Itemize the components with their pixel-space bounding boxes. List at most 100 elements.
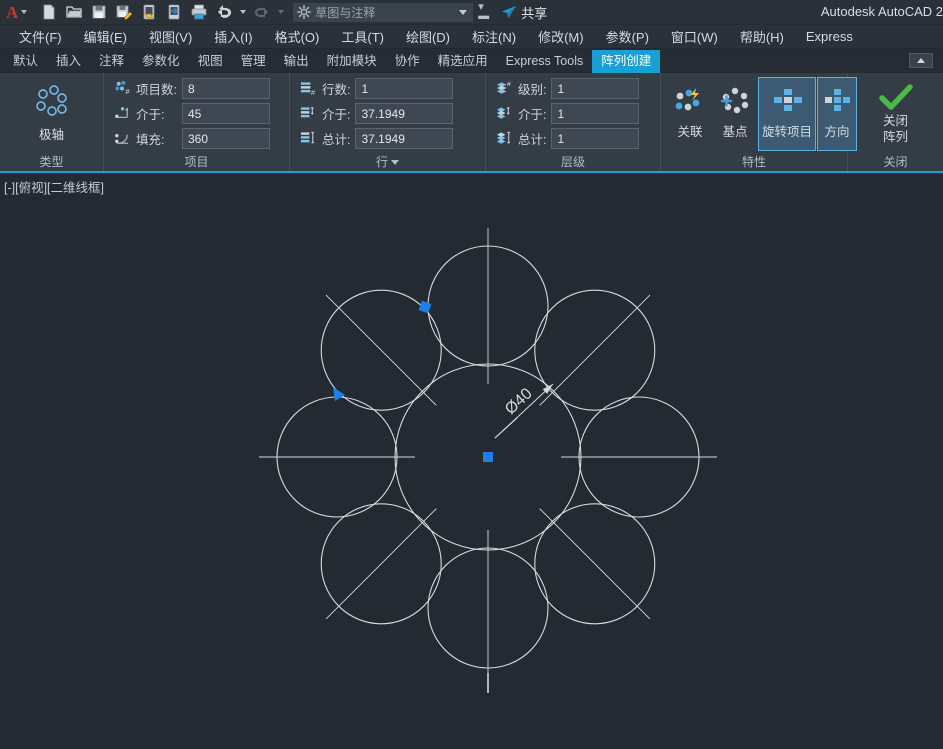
chevron-down-icon[interactable] xyxy=(459,9,468,15)
tab-view[interactable]: 视图 xyxy=(189,50,232,73)
open-file-icon[interactable] xyxy=(62,1,86,24)
chevron-down-icon[interactable] xyxy=(21,10,28,14)
input-item-count[interactable] xyxy=(181,78,270,99)
panel-title-properties: 特性 xyxy=(741,155,766,169)
tab-express-tools[interactable]: Express Tools xyxy=(497,50,593,73)
menu-bar: 文件(F) 编辑(E) 视图(V) 插入(I) 格式(O) 工具(T) 绘图(D… xyxy=(0,25,943,49)
menu-item-parameter[interactable]: 参数(P) xyxy=(595,24,660,49)
base-point-grip[interactable] xyxy=(483,452,493,462)
menu-item-dimension[interactable]: 标注(N) xyxy=(461,24,527,49)
ribbon-panel-area: 极轴 类型 # 项目数: 8 介于: 45 填充: 360 项目 # 行数: 1… xyxy=(0,73,943,173)
field-row-fill-angle: 填充: xyxy=(114,128,270,150)
associative-label: 关联 xyxy=(677,125,703,139)
label-row-between: 介于: xyxy=(322,108,351,122)
panel-title-rows[interactable]: 行 xyxy=(290,154,485,171)
share-button[interactable]: 共享 xyxy=(501,3,547,22)
center-line xyxy=(325,294,437,406)
tab-array-creation[interactable]: 阵列创建 xyxy=(592,50,661,73)
close-array-button[interactable]: 关闭 阵列 xyxy=(868,76,924,152)
center-line xyxy=(539,508,651,620)
rotate-items-button[interactable]: 旋转项目 xyxy=(758,76,816,151)
rotate-items-icon xyxy=(774,89,802,111)
workspace-selector[interactable]: 草图与注释 xyxy=(293,2,474,22)
menu-item-draw[interactable]: 绘图(D) xyxy=(395,24,461,49)
field-row-level-count: # 级别: xyxy=(496,78,640,100)
input-row-between[interactable] xyxy=(355,103,454,124)
tab-collaborate[interactable]: 协作 xyxy=(386,50,429,73)
menu-item-file[interactable]: 文件(F) xyxy=(8,24,73,49)
menu-item-window[interactable]: 窗口(W) xyxy=(660,24,729,49)
plot-icon[interactable] xyxy=(187,1,211,24)
close-array-label-1: 关闭 xyxy=(882,113,908,128)
open-from-web-icon[interactable] xyxy=(137,1,161,24)
label-level-count: 级别: xyxy=(518,83,547,97)
level-count-icon: # xyxy=(496,81,511,94)
menu-item-express[interactable]: Express xyxy=(795,26,864,47)
tab-addins[interactable]: 附加模块 xyxy=(318,50,386,73)
associative-icon xyxy=(675,88,700,111)
save-as-icon[interactable] xyxy=(112,1,136,24)
menu-item-insert[interactable]: 插入(I) xyxy=(203,24,263,49)
input-row-total[interactable] xyxy=(355,128,454,149)
rotate-items-label: 旋转项目 xyxy=(761,125,812,139)
base-point-button[interactable]: 基点 xyxy=(713,77,757,151)
share-icon xyxy=(502,6,517,18)
input-level-between[interactable] xyxy=(551,103,640,124)
tab-featured-apps[interactable]: 精选应用 xyxy=(429,50,497,73)
center-line xyxy=(539,294,651,406)
menu-item-view[interactable]: 视图(V) xyxy=(138,24,203,49)
field-row-level-total: 总计: xyxy=(496,128,640,150)
array-type-label: 极轴 xyxy=(38,127,64,142)
drawing-geometry[interactable]: Ø40 xyxy=(0,173,943,749)
undo-dropdown-icon[interactable] xyxy=(237,1,249,24)
chevron-down-icon[interactable] xyxy=(391,160,399,165)
row-count-icon: # xyxy=(300,82,316,97)
window-title: Autodesk AutoCAD 2 xyxy=(820,4,943,19)
input-level-total[interactable] xyxy=(551,128,640,149)
panel-type: 极轴 类型 xyxy=(0,73,104,171)
tab-output[interactable]: 输出 xyxy=(275,50,318,73)
dimension-text[interactable]: Ø40 xyxy=(502,385,536,418)
field-row-item-angle: 介于: xyxy=(114,103,270,125)
tab-home[interactable]: 默认 xyxy=(4,50,47,73)
menu-item-modify[interactable]: 修改(M) xyxy=(527,24,595,49)
panel-title-close: 关闭 xyxy=(883,155,908,169)
save-to-web-icon[interactable] xyxy=(162,1,186,24)
item-count-grip[interactable] xyxy=(333,387,345,401)
redo-dropdown-icon[interactable] xyxy=(275,1,287,24)
tab-insert[interactable]: 插入 xyxy=(47,50,90,73)
menu-item-help[interactable]: 帮助(H) xyxy=(729,24,795,49)
field-row-row-count: # 行数: xyxy=(300,78,454,100)
field-row-row-total: 总计: xyxy=(300,128,454,150)
input-row-count[interactable] xyxy=(355,78,454,99)
menu-item-tools[interactable]: 工具(T) xyxy=(330,24,395,49)
label-fill-angle: 填充: xyxy=(136,133,165,147)
tab-manage[interactable]: 管理 xyxy=(232,50,275,73)
menu-item-format[interactable]: 格式(O) xyxy=(264,24,331,49)
undo-icon[interactable] xyxy=(212,1,236,24)
input-item-angle[interactable] xyxy=(181,103,270,124)
tab-parametric[interactable]: 参数化 xyxy=(133,50,189,73)
input-level-count[interactable] xyxy=(551,78,640,99)
redo-icon[interactable] xyxy=(250,1,274,24)
drawing-canvas[interactable]: [-][俯视][二维线框] Ø40 xyxy=(0,173,943,749)
viewport-label[interactable]: [-][俯视][二维线框] xyxy=(4,177,104,196)
associative-button[interactable]: 关联 xyxy=(668,77,712,151)
green-check-icon xyxy=(878,83,913,110)
new-file-icon[interactable] xyxy=(37,1,61,24)
input-fill-angle[interactable] xyxy=(181,128,270,149)
array-type-polar-button[interactable]: 极轴 xyxy=(8,77,96,151)
save-icon[interactable] xyxy=(87,1,111,24)
gear-icon xyxy=(297,5,312,19)
field-row-item-count: # 项目数: xyxy=(114,78,270,100)
panel-properties: 关联 基点 旋转项目 方向 特性 xyxy=(661,73,857,171)
tab-annotate[interactable]: 注释 xyxy=(90,50,133,73)
qat-overflow-button[interactable]: ▾ ▬ xyxy=(478,2,489,22)
label-item-count: 项目数: xyxy=(136,83,177,97)
item-rotate-grip[interactable] xyxy=(418,300,432,314)
minimize-ribbon-button[interactable] xyxy=(909,53,933,68)
app-menu-button[interactable]: A xyxy=(0,0,31,24)
title-bar: A 草图与注释 ▾ ▬ 共享 Autodesk AutoCAD 2 xyxy=(0,0,943,25)
panel-title-rows-label: 行 xyxy=(375,155,388,169)
menu-item-edit[interactable]: 编辑(E) xyxy=(73,24,138,49)
